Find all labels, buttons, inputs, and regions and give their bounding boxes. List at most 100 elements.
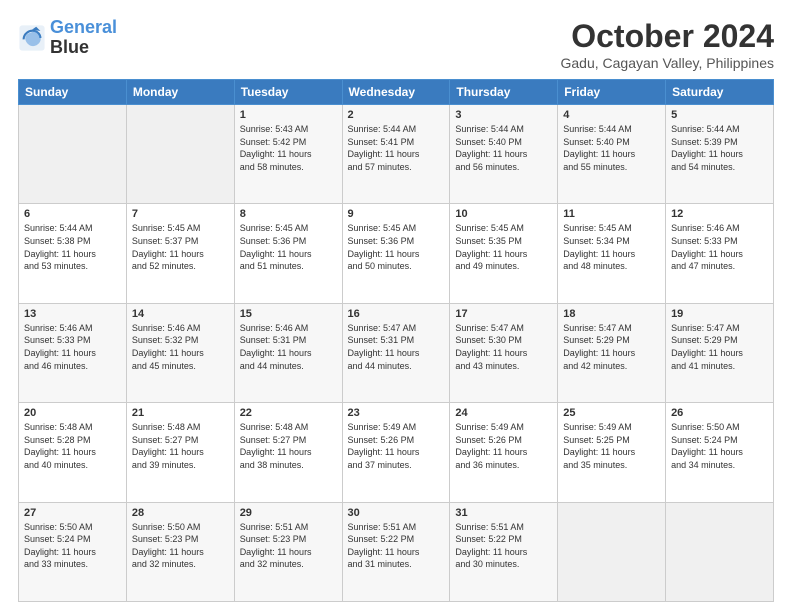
calendar-cell: 4 Sunrise: 5:44 AM Sunset: 5:40 PM Daylig… xyxy=(558,105,666,204)
day-info: Sunrise: 5:46 AM Sunset: 5:33 PM Dayligh… xyxy=(671,222,768,272)
day-number: 6 xyxy=(24,208,121,220)
title-area: October 2024 Gadu, Cagayan Valley, Phili… xyxy=(561,18,775,71)
calendar-week-4: 20Sunrise: 5:48 AM Sunset: 5:28 PM Dayli… xyxy=(19,403,774,502)
calendar-cell: 30 Sunrise: 5:51 AM Sunset: 5:22 PM Dayli… xyxy=(342,502,450,601)
calendar-cell: 20Sunrise: 5:48 AM Sunset: 5:28 PM Dayli… xyxy=(19,403,127,502)
day-info: Sunrise: 5:46 AM Sunset: 5:31 PM Dayligh… xyxy=(240,322,337,372)
calendar-cell: 6 Sunrise: 5:44 AM Sunset: 5:38 PM Daylig… xyxy=(19,204,127,303)
calendar-cell xyxy=(19,105,127,204)
page: General Blue October 2024 Gadu, Cagayan … xyxy=(0,0,792,612)
day-number: 30 xyxy=(348,507,445,519)
calendar-body: 1 Sunrise: 5:43 AM Sunset: 5:42 PM Daylig… xyxy=(19,105,774,602)
day-info: Sunrise: 5:48 AM Sunset: 5:27 PM Dayligh… xyxy=(132,421,229,471)
header: General Blue October 2024 Gadu, Cagayan … xyxy=(18,18,774,71)
day-number: 7 xyxy=(132,208,229,220)
day-number: 12 xyxy=(671,208,768,220)
calendar-cell: 1 Sunrise: 5:43 AM Sunset: 5:42 PM Daylig… xyxy=(234,105,342,204)
calendar-header: Sunday Monday Tuesday Wednesday Thursday… xyxy=(19,80,774,105)
day-info: Sunrise: 5:45 AM Sunset: 5:34 PM Dayligh… xyxy=(563,222,660,272)
calendar-cell: 18 Sunrise: 5:47 AM Sunset: 5:29 PM Dayli… xyxy=(558,303,666,402)
day-info: Sunrise: 5:51 AM Sunset: 5:23 PM Dayligh… xyxy=(240,521,337,571)
col-monday: Monday xyxy=(126,80,234,105)
month-title: October 2024 xyxy=(561,18,775,55)
calendar-cell: 5 Sunrise: 5:44 AM Sunset: 5:39 PM Daylig… xyxy=(666,105,774,204)
day-info: Sunrise: 5:48 AM Sunset: 5:27 PM Dayligh… xyxy=(240,421,337,471)
calendar-week-3: 13 Sunrise: 5:46 AM Sunset: 5:33 PM Dayli… xyxy=(19,303,774,402)
calendar-cell: 27 Sunrise: 5:50 AM Sunset: 5:24 PM Dayli… xyxy=(19,502,127,601)
day-info: Sunrise: 5:47 AM Sunset: 5:29 PM Dayligh… xyxy=(563,322,660,372)
day-info: Sunrise: 5:49 AM Sunset: 5:26 PM Dayligh… xyxy=(348,421,445,471)
calendar-cell: 13 Sunrise: 5:46 AM Sunset: 5:33 PM Dayli… xyxy=(19,303,127,402)
day-number: 5 xyxy=(671,109,768,121)
day-info: Sunrise: 5:44 AM Sunset: 5:40 PM Dayligh… xyxy=(563,123,660,173)
day-info: Sunrise: 5:49 AM Sunset: 5:25 PM Dayligh… xyxy=(563,421,660,471)
day-info: Sunrise: 5:44 AM Sunset: 5:40 PM Dayligh… xyxy=(455,123,552,173)
day-info: Sunrise: 5:44 AM Sunset: 5:41 PM Dayligh… xyxy=(348,123,445,173)
day-info: Sunrise: 5:45 AM Sunset: 5:36 PM Dayligh… xyxy=(348,222,445,272)
day-number: 29 xyxy=(240,507,337,519)
day-info: Sunrise: 5:44 AM Sunset: 5:38 PM Dayligh… xyxy=(24,222,121,272)
day-info: Sunrise: 5:46 AM Sunset: 5:32 PM Dayligh… xyxy=(132,322,229,372)
calendar-cell: 9 Sunrise: 5:45 AM Sunset: 5:36 PM Daylig… xyxy=(342,204,450,303)
day-info: Sunrise: 5:50 AM Sunset: 5:23 PM Dayligh… xyxy=(132,521,229,571)
calendar-cell: 21 Sunrise: 5:48 AM Sunset: 5:27 PM Dayli… xyxy=(126,403,234,502)
day-info: Sunrise: 5:51 AM Sunset: 5:22 PM Dayligh… xyxy=(455,521,552,571)
calendar-cell: 2 Sunrise: 5:44 AM Sunset: 5:41 PM Daylig… xyxy=(342,105,450,204)
col-thursday: Thursday xyxy=(450,80,558,105)
day-number: 24 xyxy=(455,407,552,419)
calendar-cell: 7Sunrise: 5:45 AM Sunset: 5:37 PM Daylig… xyxy=(126,204,234,303)
day-number: 4 xyxy=(563,109,660,121)
calendar-table: Sunday Monday Tuesday Wednesday Thursday… xyxy=(18,79,774,602)
day-info: Sunrise: 5:48 AM Sunset: 5:28 PM Dayligh… xyxy=(24,421,121,471)
day-number: 14 xyxy=(132,308,229,320)
day-info: Sunrise: 5:50 AM Sunset: 5:24 PM Dayligh… xyxy=(671,421,768,471)
day-number: 27 xyxy=(24,507,121,519)
day-info: Sunrise: 5:50 AM Sunset: 5:24 PM Dayligh… xyxy=(24,521,121,571)
calendar-cell: 15 Sunrise: 5:46 AM Sunset: 5:31 PM Dayli… xyxy=(234,303,342,402)
day-number: 2 xyxy=(348,109,445,121)
calendar-cell: 16Sunrise: 5:47 AM Sunset: 5:31 PM Dayli… xyxy=(342,303,450,402)
logo-icon xyxy=(18,24,46,52)
day-number: 3 xyxy=(455,109,552,121)
calendar-cell: 24 Sunrise: 5:49 AM Sunset: 5:26 PM Dayli… xyxy=(450,403,558,502)
day-number: 25 xyxy=(563,407,660,419)
col-tuesday: Tuesday xyxy=(234,80,342,105)
calendar-cell: 12 Sunrise: 5:46 AM Sunset: 5:33 PM Dayli… xyxy=(666,204,774,303)
calendar-cell: 26 Sunrise: 5:50 AM Sunset: 5:24 PM Dayli… xyxy=(666,403,774,502)
day-info: Sunrise: 5:46 AM Sunset: 5:33 PM Dayligh… xyxy=(24,322,121,372)
day-number: 21 xyxy=(132,407,229,419)
day-number: 11 xyxy=(563,208,660,220)
day-number: 22 xyxy=(240,407,337,419)
calendar-cell: 23Sunrise: 5:49 AM Sunset: 5:26 PM Dayli… xyxy=(342,403,450,502)
calendar-cell: 17Sunrise: 5:47 AM Sunset: 5:30 PM Dayli… xyxy=(450,303,558,402)
calendar-cell xyxy=(666,502,774,601)
logo-text: General Blue xyxy=(50,18,117,58)
day-number: 10 xyxy=(455,208,552,220)
calendar-cell xyxy=(558,502,666,601)
calendar-cell: 11 Sunrise: 5:45 AM Sunset: 5:34 PM Dayli… xyxy=(558,204,666,303)
day-number: 15 xyxy=(240,308,337,320)
day-number: 28 xyxy=(132,507,229,519)
day-number: 18 xyxy=(563,308,660,320)
calendar-cell: 3 Sunrise: 5:44 AM Sunset: 5:40 PM Daylig… xyxy=(450,105,558,204)
calendar-cell: 25 Sunrise: 5:49 AM Sunset: 5:25 PM Dayli… xyxy=(558,403,666,502)
day-number: 31 xyxy=(455,507,552,519)
day-info: Sunrise: 5:43 AM Sunset: 5:42 PM Dayligh… xyxy=(240,123,337,173)
col-sunday: Sunday xyxy=(19,80,127,105)
calendar-cell: 8Sunrise: 5:45 AM Sunset: 5:36 PM Daylig… xyxy=(234,204,342,303)
calendar-cell: 19Sunrise: 5:47 AM Sunset: 5:29 PM Dayli… xyxy=(666,303,774,402)
day-info: Sunrise: 5:51 AM Sunset: 5:22 PM Dayligh… xyxy=(348,521,445,571)
header-row: Sunday Monday Tuesday Wednesday Thursday… xyxy=(19,80,774,105)
calendar-cell: 14 Sunrise: 5:46 AM Sunset: 5:32 PM Dayli… xyxy=(126,303,234,402)
day-info: Sunrise: 5:44 AM Sunset: 5:39 PM Dayligh… xyxy=(671,123,768,173)
day-number: 8 xyxy=(240,208,337,220)
day-number: 13 xyxy=(24,308,121,320)
location: Gadu, Cagayan Valley, Philippines xyxy=(561,55,775,71)
day-number: 9 xyxy=(348,208,445,220)
day-number: 26 xyxy=(671,407,768,419)
day-number: 1 xyxy=(240,109,337,121)
col-friday: Friday xyxy=(558,80,666,105)
day-number: 19 xyxy=(671,308,768,320)
day-info: Sunrise: 5:47 AM Sunset: 5:30 PM Dayligh… xyxy=(455,322,552,372)
day-info: Sunrise: 5:49 AM Sunset: 5:26 PM Dayligh… xyxy=(455,421,552,471)
